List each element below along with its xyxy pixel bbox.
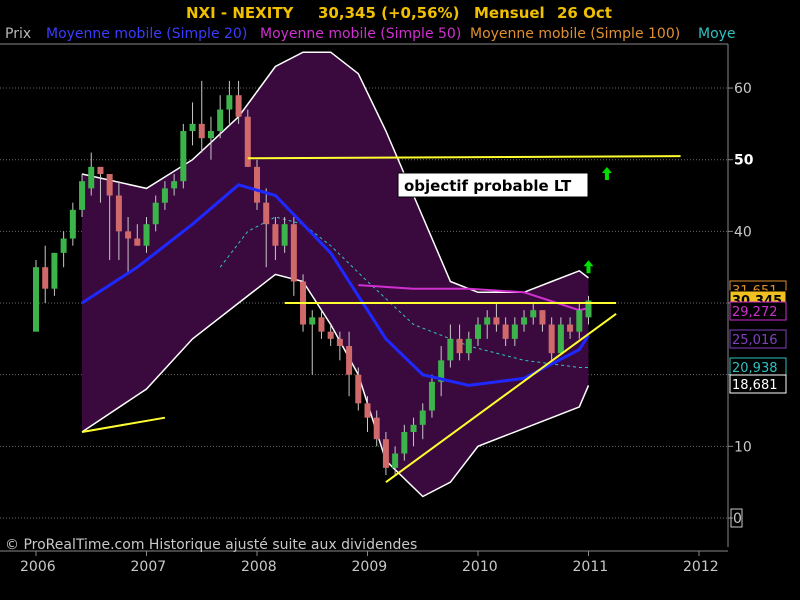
y-tick-label: 0	[733, 511, 742, 527]
y-tick-label: 40	[734, 224, 752, 240]
candle-body	[33, 267, 39, 332]
candle-body	[180, 131, 187, 182]
candle-body	[576, 310, 583, 332]
x-tick-label: 2012	[683, 559, 719, 575]
candle-body	[530, 310, 537, 318]
candle-body	[254, 166, 260, 203]
title-period: Mensuel	[474, 4, 545, 22]
candle-body	[373, 417, 380, 440]
candle-body	[401, 432, 408, 454]
candle-body	[355, 374, 362, 404]
x-tick-label: 2011	[573, 559, 609, 575]
candle-body	[207, 131, 214, 139]
value-tag-label: 25,016	[732, 333, 778, 348]
value-tag-label: 29,272	[732, 305, 778, 320]
candle-body	[143, 224, 150, 246]
value-tag: 18,681	[729, 374, 787, 394]
value-tag: 25,016	[729, 329, 787, 349]
legend-item: Moye	[698, 26, 736, 42]
credit-text: © ProRealTime.com Historique ajusté suit…	[5, 537, 417, 553]
candle-body	[69, 209, 76, 239]
candle-body	[456, 338, 463, 354]
candle-body	[465, 338, 472, 354]
candle-body	[567, 324, 574, 332]
candle-body	[557, 324, 564, 354]
candle-body	[189, 123, 196, 132]
candle-body	[419, 410, 426, 425]
y-tick-label: 50	[734, 153, 754, 169]
candle-body	[539, 310, 546, 325]
candle-body	[115, 195, 122, 232]
x-tick-label: 2007	[131, 559, 167, 575]
legend-item: Moyenne mobile (Simple 50)	[260, 26, 461, 42]
candle-body	[97, 166, 104, 175]
candle-body	[502, 324, 509, 339]
candle-body	[521, 317, 528, 325]
x-tick-label: 2008	[241, 559, 277, 575]
x-tick-label: 2010	[462, 559, 498, 575]
legend-item: Moyenne mobile (Simple 20)	[46, 26, 247, 42]
candle-body	[198, 123, 205, 139]
annotation-text: objectif probable LT	[404, 177, 572, 195]
candle-body	[309, 317, 316, 325]
candle-body	[428, 381, 435, 411]
candle-body	[281, 224, 288, 246]
title-symbol: NXI - NEXITY	[186, 4, 295, 22]
value-tag: 20,938	[729, 357, 787, 377]
title-date: 26 Oct	[557, 4, 612, 22]
candle-body	[336, 338, 343, 347]
chart-root: objectif probable LT605040302010031,6513…	[0, 0, 800, 600]
candle-body	[60, 238, 67, 253]
candle-body	[475, 324, 481, 339]
candle-body	[484, 317, 491, 325]
candle-body	[493, 317, 500, 325]
candle-body	[511, 324, 518, 339]
candle-body	[263, 202, 270, 225]
candle-body	[171, 181, 178, 189]
candle-body	[79, 181, 86, 210]
candle-body	[327, 331, 334, 339]
candle-body	[392, 453, 399, 468]
candle-body	[152, 202, 159, 225]
x-tick-label: 2009	[352, 559, 388, 575]
candle-body	[235, 95, 242, 117]
candle-body	[244, 116, 251, 167]
candle-body	[272, 224, 279, 246]
y-tick-label: 10	[734, 439, 752, 455]
chart-svg: objectif probable LT605040302010031,6513…	[0, 0, 800, 600]
legend-item: Prix	[5, 26, 31, 42]
candle-body	[125, 231, 132, 239]
y-tick-label: 60	[734, 81, 752, 97]
candle-body	[290, 224, 297, 282]
candle-body	[382, 439, 389, 468]
title-price: 30,345 (+0,56%)	[318, 4, 459, 22]
x-tick-label: 2006	[20, 559, 56, 575]
candle-body	[447, 338, 454, 361]
candle-body	[134, 238, 141, 246]
candle-body	[318, 317, 325, 332]
candle-body	[217, 109, 224, 132]
candle-body	[88, 166, 95, 189]
legend-item: Moyenne mobile (Simple 100)	[470, 26, 680, 42]
annotation-box: objectif probable LT	[397, 172, 589, 198]
legend: Prix Moyenne mobile (Simple 20) Moyenne mo…	[5, 26, 736, 42]
value-tag-label: 20,938	[732, 361, 778, 376]
candle-body	[410, 424, 417, 433]
candle-body	[226, 95, 233, 110]
candle-body	[42, 267, 49, 289]
candle-body	[51, 252, 58, 289]
x-axis-bg	[0, 551, 800, 600]
value-tag: 29,272	[729, 301, 787, 321]
value-tag-label: 18,681	[732, 378, 778, 393]
candle-body	[161, 188, 168, 203]
candle-body	[346, 346, 353, 375]
candle-body	[548, 324, 555, 354]
candle-body	[106, 174, 113, 196]
candle-body	[364, 403, 371, 418]
